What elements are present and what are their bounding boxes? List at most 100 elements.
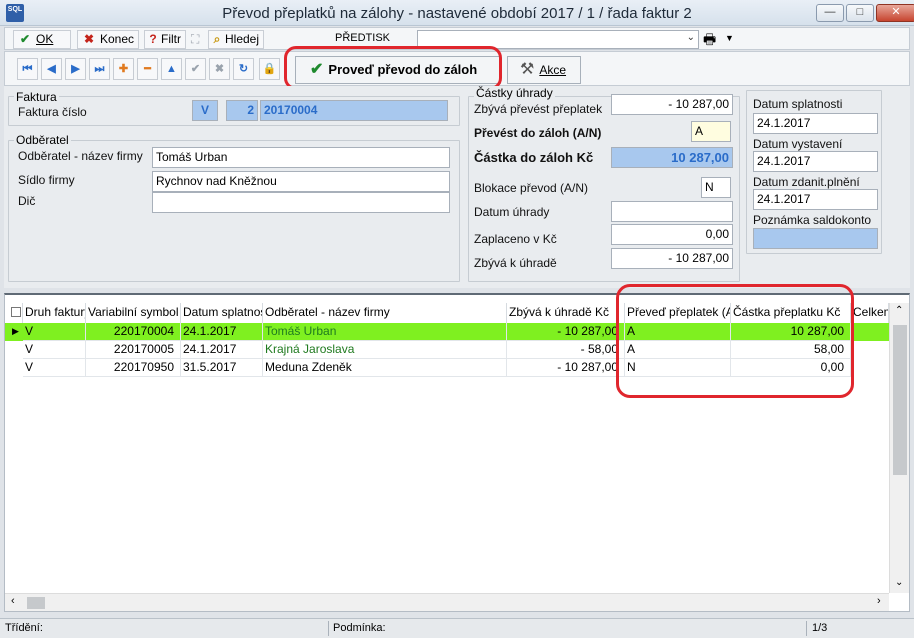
- zbyva-prevest-label: Zbývá převést přeplatek: [474, 102, 603, 116]
- add-record-icon[interactable]: ✚: [113, 58, 134, 80]
- question-icon: ?: [149, 32, 157, 46]
- datum-zdanit-field[interactable]: 24.1.2017: [753, 189, 878, 210]
- filtr-button[interactable]: ? Filtr: [144, 30, 186, 49]
- scroll-thumb[interactable]: [27, 597, 45, 609]
- refresh-icon[interactable]: ↻: [233, 58, 254, 80]
- status-bar: Třídění: Podmínka: 1/3: [0, 618, 914, 638]
- filtr-label: Filtr: [161, 32, 181, 46]
- ok-button[interactable]: ✔ OK: [13, 30, 71, 49]
- column-header[interactable]: Variabilní symbol: [86, 303, 181, 323]
- first-record-icon[interactable]: ⏮: [17, 58, 38, 80]
- dic-field[interactable]: [152, 192, 450, 213]
- lock-icon[interactable]: 🔒: [259, 58, 280, 80]
- confirm-icon[interactable]: ✔: [185, 58, 206, 80]
- castka-do-zaloh-field[interactable]: 10 287,00: [611, 147, 733, 168]
- column-header[interactable]: Druh faktury: [23, 303, 86, 323]
- blokace-prevod-label: Blokace převod (A/N): [474, 181, 589, 195]
- zbyva-k-uhrade-field: - 10 287,00: [611, 248, 733, 269]
- caret-down-icon[interactable]: ▼: [725, 33, 734, 43]
- search-icon: ⌕: [213, 32, 221, 46]
- datum-vystaveni-label: Datum vystavení: [753, 137, 843, 151]
- zaplaceno-field: 0,00: [611, 224, 733, 245]
- zaplaceno-label: Zaplaceno v Kč: [474, 232, 557, 246]
- window-title: Převod přeplatků na zálohy - nastavené o…: [222, 5, 692, 22]
- cell-odberatel: Tomáš Urban: [263, 323, 507, 341]
- odberatel-nazev-field[interactable]: Tomáš Urban: [152, 147, 450, 168]
- datum-vystaveni-field[interactable]: 24.1.2017: [753, 151, 878, 172]
- cancel-icon[interactable]: ✖: [209, 58, 230, 80]
- highlight-annotation: [284, 46, 502, 90]
- datum-zdanit-label: Datum zdanit.plnění: [753, 175, 860, 189]
- record-count: 1/3: [812, 622, 828, 634]
- datum-splatnosti-label: Datum splatnosti: [753, 97, 843, 111]
- chevron-down-icon: ⌄: [686, 32, 695, 43]
- faktura-cislo-field[interactable]: 20170004: [260, 100, 448, 121]
- castka-do-zaloh-label: Částka do záloh Kč: [474, 150, 594, 165]
- previous-record-icon[interactable]: ◀: [41, 58, 62, 80]
- datum-splatnosti-field[interactable]: 24.1.2017: [753, 113, 878, 134]
- poznamka-saldokonto-label: Poznámka saldokonto: [753, 213, 872, 227]
- printer-icon[interactable]: 🖶: [703, 29, 716, 53]
- scroll-right-icon[interactable]: ›: [877, 595, 881, 607]
- trideni-label: Třídění:: [5, 622, 43, 634]
- cell-zbyva: - 58,00: [507, 341, 625, 359]
- vertical-scrollbar[interactable]: ⌃ ⌄: [889, 303, 909, 593]
- zbyva-prevest-field: - 10 287,00: [611, 94, 733, 115]
- cell-druh: V: [23, 341, 86, 359]
- ok-label: OK: [36, 32, 54, 46]
- next-record-icon[interactable]: ▶: [65, 58, 86, 80]
- podminka-label: Podmínka:: [333, 622, 386, 634]
- form-area: Faktura Faktura číslo V 2 20170004 Odběr…: [4, 86, 910, 288]
- delete-record-icon[interactable]: ━: [137, 58, 158, 80]
- scroll-up-icon[interactable]: ⌃: [895, 305, 903, 316]
- horizontal-scrollbar[interactable]: ‹ ›: [5, 593, 889, 611]
- current-row-indicator-icon: ▶: [12, 326, 19, 336]
- faktura-group-label: Faktura: [14, 90, 59, 104]
- column-header[interactable]: Datum splatnosti: [181, 303, 263, 323]
- cell-vs: 220170950: [86, 359, 181, 377]
- highlight-annotation: [616, 284, 854, 398]
- akce-button[interactable]: ⚒ Akce: [507, 56, 581, 84]
- sidlo-firmy-field[interactable]: Rychnov nad Kněžnou: [152, 171, 450, 192]
- odberatel-nazev-label: Odběratel - název firmy: [18, 149, 143, 163]
- select-all-checkbox[interactable]: [9, 303, 23, 323]
- cell-vs: 220170004: [86, 323, 181, 341]
- cell-vs: 220170005: [86, 341, 181, 359]
- column-header[interactable]: Odběratel - název firmy: [263, 303, 507, 323]
- scroll-thumb[interactable]: [893, 325, 907, 475]
- dic-label: Dič: [18, 194, 36, 208]
- akce-label: Akce: [539, 63, 567, 77]
- column-header[interactable]: Celkem: [851, 303, 889, 323]
- datum-uhrady-label: Datum úhrady: [474, 205, 550, 219]
- poznamka-saldokonto-field[interactable]: [753, 228, 878, 249]
- maximize-button[interactable]: □: [846, 4, 874, 22]
- cell-druh: V: [23, 359, 86, 377]
- datum-uhrady-field[interactable]: [611, 201, 733, 222]
- status-divider: [806, 621, 807, 636]
- faktura-druh-field[interactable]: V: [192, 100, 218, 121]
- title-bar: SQL Převod přeplatků na zálohy - nastave…: [0, 0, 914, 26]
- hledej-button[interactable]: ⌕ Hledej: [208, 30, 264, 49]
- last-record-icon[interactable]: ⏭: [89, 58, 110, 80]
- close-button[interactable]: ✕: [876, 4, 914, 22]
- konec-label: Konec: [100, 32, 135, 46]
- odberatel-group-label: Odběratel: [14, 133, 71, 147]
- cell-odberatel: Meduna Zdeněk: [263, 359, 507, 377]
- checkmark-icon: ✔: [19, 32, 31, 46]
- scroll-down-icon[interactable]: ⌄: [895, 577, 903, 588]
- prevest-do-zaloh-field[interactable]: A: [691, 121, 731, 142]
- cell-datum: 31.5.2017: [181, 359, 263, 377]
- cell-datum: 24.1.2017: [181, 323, 263, 341]
- scroll-left-icon[interactable]: ‹: [11, 595, 15, 607]
- faktura-rada-field[interactable]: 2: [226, 100, 258, 121]
- cell-druh: V: [23, 323, 86, 341]
- hledej-label: Hledej: [225, 32, 260, 46]
- filter-off-icon[interactable]: ⛶: [191, 32, 199, 47]
- minimize-button[interactable]: —: [816, 4, 844, 22]
- up-icon[interactable]: ▲: [161, 58, 182, 80]
- sidlo-firmy-label: Sídlo firmy: [18, 173, 75, 187]
- konec-button[interactable]: ✖ Konec: [77, 30, 139, 49]
- column-header[interactable]: Zbývá k úhradě Kč: [507, 303, 625, 323]
- blokace-prevod-field[interactable]: N: [701, 177, 731, 198]
- castky-group-label: Částky úhrady: [474, 86, 555, 100]
